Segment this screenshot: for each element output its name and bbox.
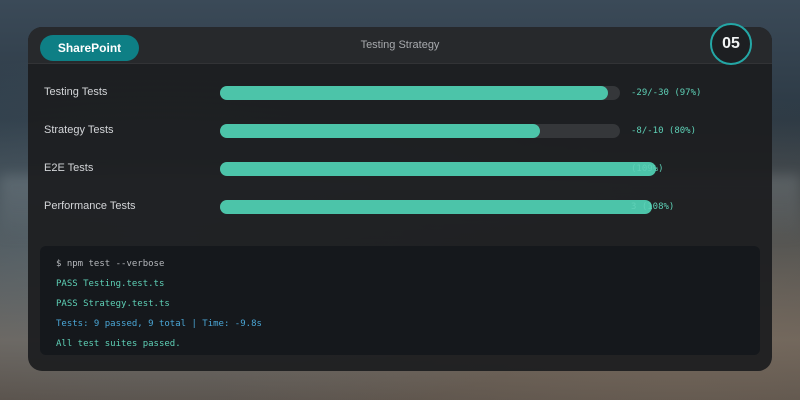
- progress-fill: [220, 86, 608, 100]
- terminal-pass-line: PASS Strategy.test.ts: [56, 299, 170, 309]
- test-row-result: -29/-30 (97%): [631, 88, 702, 98]
- progress-track: [220, 200, 652, 214]
- test-row-label: Testing Tests: [44, 86, 108, 98]
- panel-header: SharePoint Testing Strategy: [28, 27, 772, 64]
- progress-track: [220, 162, 656, 176]
- test-row-label: E2E Tests: [44, 162, 94, 174]
- step-number-badge: 05: [710, 23, 752, 65]
- terminal-pass-line: PASS Testing.test.ts: [56, 279, 165, 289]
- terminal-command: $ npm test --verbose: [56, 259, 165, 269]
- test-row-label: Performance Tests: [44, 200, 136, 212]
- test-row-e2e: E2E Tests (109%): [28, 159, 772, 179]
- test-row-result: 3 (108%): [631, 202, 675, 212]
- test-row-performance: Performance Tests 3 (108%): [28, 197, 772, 217]
- progress-fill: [220, 124, 540, 138]
- progress-fill: [220, 162, 656, 176]
- progress-track: [220, 86, 620, 100]
- test-row-testing: Testing Tests -29/-30 (97%): [28, 83, 772, 103]
- terminal-done-message: All test suites passed.: [56, 339, 181, 349]
- page-title: Testing Strategy: [360, 39, 440, 51]
- progress-fill: [220, 200, 652, 214]
- test-results-panel: SharePoint Testing Strategy Testing Test…: [28, 27, 772, 371]
- progress-track: [220, 124, 620, 138]
- test-row-result: (109%): [631, 164, 664, 174]
- test-row-label: Strategy Tests: [44, 124, 114, 136]
- test-row-result: -8/-10 (80%): [631, 126, 697, 136]
- terminal-summary: Tests: 9 passed, 9 total | Time: -9.8s: [56, 319, 262, 329]
- test-row-strategy: Strategy Tests -8/-10 (80%): [28, 121, 772, 141]
- terminal-output: $ npm test --verbose PASS Testing.test.t…: [40, 246, 760, 355]
